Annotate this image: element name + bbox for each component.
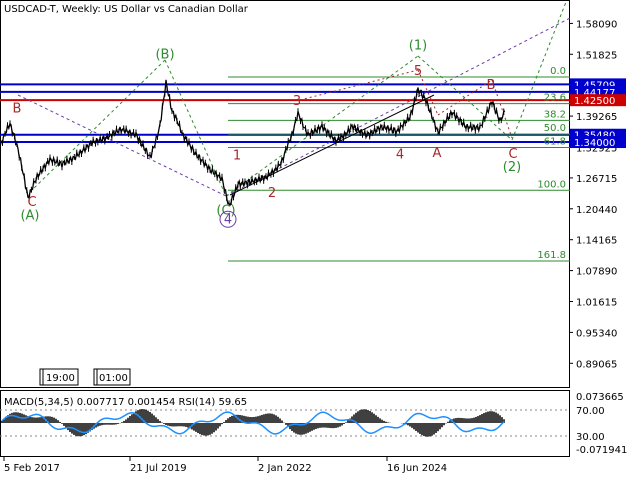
- fib-label-6: 161.8: [537, 250, 566, 261]
- fib-label-4: 61.8: [544, 136, 566, 147]
- x-tick-label-0: 5 Feb 2017: [4, 463, 60, 474]
- x-tick-label-3: 16 Jun 2024: [387, 463, 447, 474]
- price-tick-label-11: 0.89065: [576, 359, 617, 370]
- wave-label-12: A: [433, 146, 442, 161]
- price-tick-label-1: 1.51825: [576, 50, 617, 61]
- price-chart: 0.023.638.250.061.8100.0161.8 BC(A)(B)(C…: [0, 0, 640, 480]
- price-tick-label-10: 0.95340: [576, 328, 617, 339]
- wave-label-11: (1): [409, 38, 427, 53]
- price-tick-label-9: 1.01615: [576, 297, 617, 308]
- time-box-2: 01:00: [93, 368, 131, 386]
- price-tick-label-5: 1.26715: [576, 174, 617, 185]
- wave-label-10: 5: [414, 64, 422, 79]
- wave-label-6: 1: [233, 148, 241, 163]
- price-tick-label-8: 1.07890: [576, 267, 617, 278]
- indicator-tick-label-3: -0.071941: [576, 445, 627, 456]
- price-tick-label-3: 1.39265: [576, 112, 617, 123]
- fib-label-2: 38.2: [544, 109, 566, 120]
- wave-label-8: 3: [293, 94, 301, 109]
- x-tick-label-1: 21 Jul 2019: [130, 463, 187, 474]
- time-box-2-label: 01:00: [99, 373, 128, 384]
- time-box-1: 19:00: [39, 368, 79, 386]
- price-tick-label-7: 1.14165: [576, 236, 617, 247]
- wave-label-13: B: [487, 78, 496, 93]
- chart-container: 0.0 23.6 38.2 50.0 61.8 100.0 161.8 B C (A) (B) (C…: [0, 0, 640, 480]
- wave-label-15: (2): [503, 160, 521, 175]
- chart-title: USDCAD-T, Weekly: US Dollar vs Canadian …: [4, 4, 249, 15]
- x-tick-label-2: 2 Jan 2022: [258, 463, 312, 474]
- price-tick-label-6: 1.20440: [576, 205, 617, 216]
- wave-label-3: (B): [155, 47, 174, 62]
- chart-background: [0, 0, 640, 480]
- wave-label-0: B: [13, 101, 22, 116]
- fib-label-5: 100.0: [537, 179, 566, 190]
- indicator-label: MACD(5,34,5) 0.007717 0.001454 RSI(14) 5…: [4, 397, 247, 408]
- level-tag-label-4: 1.34000: [574, 138, 615, 149]
- fib-label-3: 50.0: [544, 123, 566, 134]
- wave-label-5: 4: [224, 212, 232, 227]
- wave-label-7: 2: [268, 186, 276, 201]
- wave-label-9: 4: [396, 147, 404, 162]
- time-box-1-label: 19:00: [46, 373, 75, 384]
- indicator-tick-label-2: 30.00: [576, 432, 605, 443]
- fib-label-1: 23.6: [544, 93, 566, 104]
- indicator-tick-label-1: 70.00: [576, 406, 605, 417]
- fib-label-0: 0.0: [550, 66, 566, 77]
- indicator-tick-label-0: 0.073665: [576, 392, 624, 403]
- wave-label-2: (A): [20, 208, 39, 223]
- level-tag-label-2: 1.42500: [574, 96, 615, 107]
- price-tick-label-0: 1.58090: [576, 19, 617, 30]
